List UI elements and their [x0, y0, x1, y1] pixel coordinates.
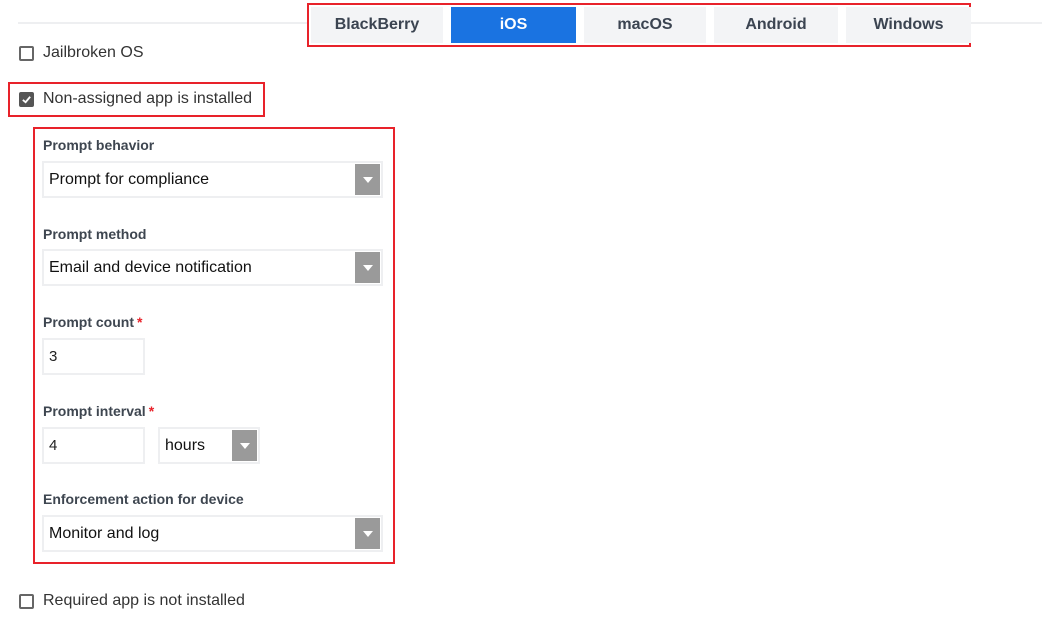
required-asterisk: * [137, 314, 143, 330]
prompt-method-label: Prompt method [43, 226, 147, 242]
prompt-interval-unit-select[interactable]: hours [158, 427, 260, 464]
non-assigned-app-row[interactable]: Non-assigned app is installed [19, 90, 252, 108]
enforcement-action-select[interactable]: Monitor and log [42, 515, 383, 552]
prompt-method-select[interactable]: Email and device notification [42, 249, 383, 286]
tab-windows[interactable]: Windows [846, 7, 971, 43]
prompt-interval-label-text: Prompt interval [43, 403, 146, 419]
required-app-checkbox[interactable] [19, 593, 34, 609]
prompt-interval-input[interactable]: 4 [42, 427, 145, 464]
tab-ios[interactable]: iOS [451, 7, 576, 43]
prompt-count-input[interactable]: 3 [42, 338, 145, 375]
enforcement-action-value: Monitor and log [49, 524, 160, 542]
jailbroken-os-row[interactable]: Jailbroken OS [19, 44, 144, 62]
prompt-behavior-label: Prompt behavior [43, 137, 155, 153]
required-app-label: Required app is not installed [43, 592, 245, 609]
os-tabs: BlackBerry iOS macOS Android Windows [311, 7, 971, 43]
required-asterisk: * [148, 403, 155, 419]
prompt-method-value: Email and device notification [49, 258, 252, 276]
prompt-behavior-value: Prompt for compliance [49, 170, 210, 188]
enforcement-action-label: Enforcement action for device [43, 491, 244, 507]
non-assigned-app-label: Non-assigned app is installed [43, 90, 253, 107]
prompt-interval-label: Prompt interval * [43, 403, 154, 419]
required-app-row[interactable]: Required app is not installed [19, 592, 245, 610]
chevron-down-icon[interactable] [355, 164, 380, 195]
compliance-settings-page: BlackBerry iOS macOS Android Windows Jai… [0, 0, 1042, 625]
prompt-interval-unit-value: hours [165, 436, 206, 454]
chevron-down-icon[interactable] [355, 252, 380, 283]
checkmark-icon [22, 95, 31, 104]
os-tabs-highlight: BlackBerry iOS macOS Android Windows [307, 3, 971, 47]
prompt-count-label-text: Prompt count [43, 314, 134, 330]
prompt-count-label: Prompt count * [43, 314, 142, 330]
non-assigned-app-checkbox[interactable] [19, 91, 34, 107]
tab-android[interactable]: Android [714, 7, 838, 43]
jailbroken-os-label: Jailbroken OS [43, 44, 144, 61]
jailbroken-os-checkbox[interactable] [19, 45, 34, 61]
tab-blackberry[interactable]: BlackBerry [311, 7, 443, 43]
tab-macos[interactable]: macOS [584, 7, 706, 43]
chevron-down-icon[interactable] [355, 518, 380, 549]
prompt-behavior-select[interactable]: Prompt for compliance [42, 161, 383, 198]
chevron-down-icon[interactable] [232, 430, 257, 461]
